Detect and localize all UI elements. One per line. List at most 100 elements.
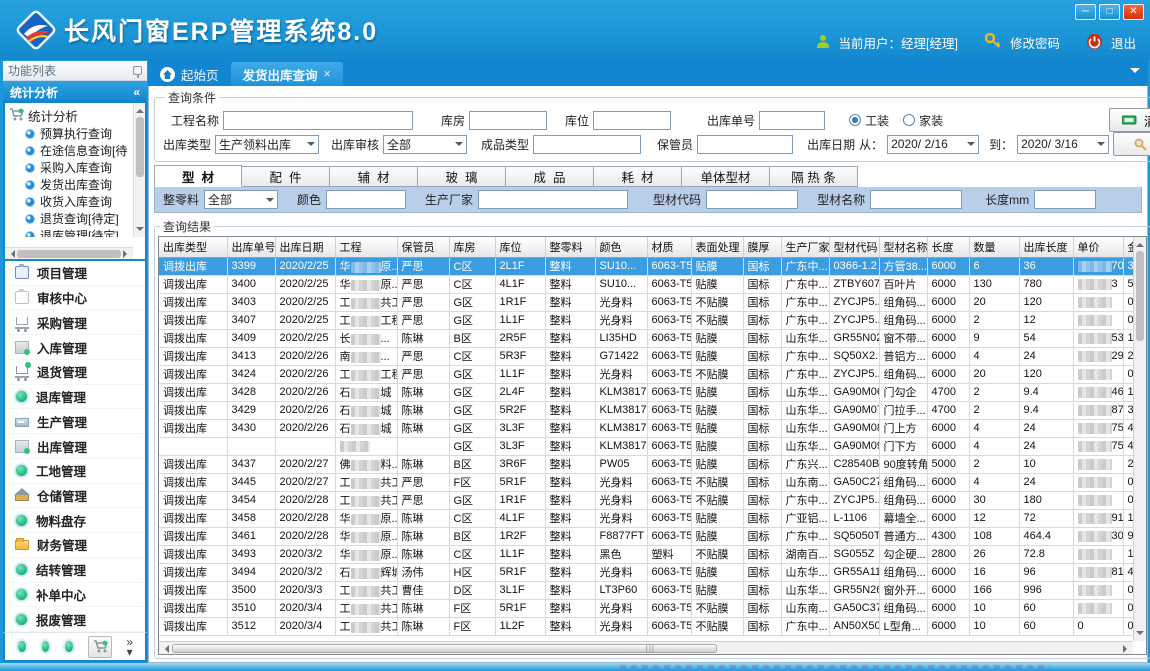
sidebar-item-6[interactable]: 退库管理 <box>5 385 145 410</box>
table-row[interactable]: 调拨出库34542020/2/28工共工程严思G区1R1F整料光身料6063-T… <box>159 491 1145 509</box>
material-tab-4[interactable]: 玻 璃 <box>418 166 506 187</box>
cart-toolbar-button[interactable] <box>88 636 112 658</box>
column-header[interactable]: 库位 <box>495 237 545 257</box>
table-row[interactable]: 调拨出库34242020/2/26工工程严思G区1L1F整料光身料6063-T5… <box>159 365 1145 383</box>
maximize-button[interactable]: □ <box>1099 4 1120 20</box>
gongzhuang-radio[interactable] <box>849 114 861 126</box>
sidebar-item-4[interactable]: 入库管理 <box>5 335 145 360</box>
warehouse-input[interactable] <box>469 111 547 130</box>
out-audit-select[interactable]: 全部 <box>383 135 467 154</box>
table-row[interactable]: 调拨出库34302020/2/26石城陈琳G区3L3F整料KLM38176063… <box>159 419 1145 437</box>
column-header[interactable]: 工程 <box>335 237 397 257</box>
tree-item[interactable]: 退库管理[待定] <box>9 227 143 237</box>
column-header[interactable]: 数量 <box>969 237 1019 257</box>
jiazhuang-radio[interactable] <box>903 114 915 126</box>
tree-item[interactable]: 在途信息查询[待 <box>9 142 143 159</box>
material-tab-5[interactable]: 成 品 <box>506 166 594 187</box>
profile-name-input[interactable] <box>870 190 962 209</box>
gongzhuang-label[interactable]: 工装 <box>865 112 889 129</box>
power-icon[interactable] <box>1086 33 1103 53</box>
table-row[interactable]: 调拨出库34932020/3/2华原...陈琳C区1L1F整料黑色塑料不贴膜国标… <box>159 545 1145 563</box>
column-header[interactable]: 整零料 <box>545 237 595 257</box>
date-to-picker[interactable]: 2020/ 3/16 <box>1017 135 1109 154</box>
tab-shipment-outbound-query[interactable]: 发货出库查询 × <box>231 62 343 86</box>
sidebar-item-7[interactable]: 生产管理 <box>5 409 145 434</box>
project-name-input[interactable] <box>223 111 413 130</box>
table-row[interactable]: 调拨出库34372020/2/27佛料...陈琳B区3R6F整料PW056063… <box>159 455 1145 473</box>
table-row[interactable]: 调拨出库34002020/2/25华原...严思C区4L1F整料SU10...6… <box>159 275 1145 293</box>
material-tab-7[interactable]: 单体型材 <box>682 166 770 187</box>
tree-item[interactable]: 发货出库查询 <box>9 176 143 193</box>
collapse-icon[interactable]: « <box>133 85 140 99</box>
tab-home[interactable]: 起始页 <box>148 62 231 86</box>
change-password-link[interactable]: 修改密码 <box>1010 33 1060 52</box>
tree-vertical-scrollbar[interactable] <box>133 103 145 237</box>
column-header[interactable]: 单价 <box>1073 237 1123 257</box>
table-row[interactable]: 调拨出库34282020/2/26石城陈琳G区2L4F整料KLM38176063… <box>159 383 1145 401</box>
column-header[interactable]: 长度 <box>927 237 969 257</box>
table-horizontal-scrollbar[interactable]: ||| <box>159 641 1133 654</box>
location-input[interactable] <box>593 111 671 130</box>
column-header[interactable]: 出库类型 <box>159 237 227 257</box>
table-row[interactable]: 调拨出库34582020/2/28华原...陈琳C区4L1F整料光身料6063-… <box>159 509 1145 527</box>
column-header[interactable]: 出库长度 <box>1019 237 1073 257</box>
sidebar-item-13[interactable]: 结转管理 <box>5 558 145 583</box>
sidebar-item-14[interactable]: 补单中心 <box>5 583 145 608</box>
tab-close-icon[interactable]: × <box>324 67 331 81</box>
product-type-input[interactable] <box>533 135 641 154</box>
overflow-chevron[interactable]: »▾ <box>126 637 133 657</box>
tree-item[interactable]: 采购入库查询 <box>9 159 143 176</box>
tree-root[interactable]: 统计分析 <box>9 106 143 125</box>
logout-link[interactable]: 退出 <box>1111 33 1136 52</box>
out-type-select[interactable]: 生产领料出库 <box>215 135 319 154</box>
table-row[interactable]: 调拨出库34292020/2/26石城陈琳G区5R2F整料KLM38176063… <box>159 401 1145 419</box>
table-row[interactable]: 调拨出库34612020/2/28华原...陈琳B区1R2F整料F8877FT6… <box>159 527 1145 545</box>
column-header[interactable]: 出库日期 <box>275 237 335 257</box>
column-header[interactable]: 出库单号 <box>227 237 275 257</box>
column-header[interactable]: 颜色 <box>595 237 647 257</box>
column-header[interactable]: 库房 <box>449 237 495 257</box>
sidebar-item-8[interactable]: 出库管理 <box>5 434 145 459</box>
sidebar-item-12[interactable]: 财务管理 <box>5 533 145 558</box>
sidebar-item-5[interactable]: 退货管理 <box>5 360 145 385</box>
material-tab-8[interactable]: 隔 热 条 <box>770 166 858 187</box>
green-dot-icon[interactable] <box>17 640 27 653</box>
clear-conditions-button[interactable]: 清空条件 <box>1109 108 1150 132</box>
table-row[interactable]: G区3L3F整料KLM38176063-T5贴膜国标山东华...GA90M09.… <box>159 437 1145 455</box>
jiazhuang-label[interactable]: 家装 <box>919 112 943 129</box>
table-row[interactable]: 调拨出库34132020/2/26南...严思C区5R3F整料G71422606… <box>159 347 1145 365</box>
table-row[interactable]: 调拨出库34072020/2/25工工程严思G区1L1F整料光身料6063-T5… <box>159 311 1145 329</box>
green-dot-icon[interactable] <box>64 640 74 653</box>
sidebar-item-1[interactable]: 项目管理 <box>5 261 145 286</box>
sidebar-item-3[interactable]: 采购管理 <box>5 310 145 335</box>
close-button[interactable]: ✕ <box>1123 4 1144 20</box>
key-icon[interactable] <box>984 32 1002 53</box>
table-row[interactable]: 调拨出库34032020/2/25工共工程严思G区1R1F整料光身料6063-T… <box>159 293 1145 311</box>
column-header[interactable]: 型材名称 <box>879 237 927 257</box>
table-row[interactable]: 调拨出库35122020/3/4工共工程陈琳F区1L2F整料光身料6063-T5… <box>159 617 1145 635</box>
table-row[interactable]: 调拨出库34092020/2/25长...陈琳B区2R5F整料LI35HD606… <box>159 329 1145 347</box>
table-row[interactable]: 调拨出库35002020/3/3工共工程曹佳D区3L1F整料LT3P606063… <box>159 581 1145 599</box>
search-button[interactable]: 查 询 <box>1113 132 1150 156</box>
column-header[interactable]: 生产厂家 <box>781 237 829 257</box>
sidebar-item-2[interactable]: 审核中心 <box>5 286 145 311</box>
sidebar-group-header[interactable]: 统计分析 « <box>3 81 147 103</box>
green-dot-icon[interactable] <box>41 640 51 653</box>
column-header[interactable]: 型材代码 <box>829 237 879 257</box>
tree-item[interactable]: 预算执行查询 <box>9 125 143 142</box>
tree-horizontal-scrollbar[interactable] <box>5 247 133 259</box>
table-vertical-scrollbar[interactable] <box>1133 237 1146 641</box>
keeper-input[interactable] <box>697 135 793 154</box>
material-tab-3[interactable]: 辅 材 <box>330 166 418 187</box>
tab-overflow-arrow-icon[interactable] <box>1130 68 1140 78</box>
order-no-input[interactable] <box>759 111 825 130</box>
column-header[interactable]: 膜厚 <box>743 237 781 257</box>
table-row[interactable]: 调拨出库34942020/3/2石辉城汤伟H区5R1F整料光身料6063-T5贴… <box>159 563 1145 581</box>
sidebar-item-10[interactable]: 仓储管理 <box>5 484 145 509</box>
column-header[interactable]: 材质 <box>647 237 691 257</box>
sidebar-item-15[interactable]: 报废管理 <box>5 607 145 632</box>
pin-icon[interactable] <box>133 66 142 75</box>
table-row[interactable]: 调拨出库35102020/3/4工共工程陈琳F区5R1F整料光身料6063-T5… <box>159 599 1145 617</box>
material-tab-1[interactable]: 型 材 <box>154 165 242 187</box>
profile-code-input[interactable] <box>706 190 798 209</box>
